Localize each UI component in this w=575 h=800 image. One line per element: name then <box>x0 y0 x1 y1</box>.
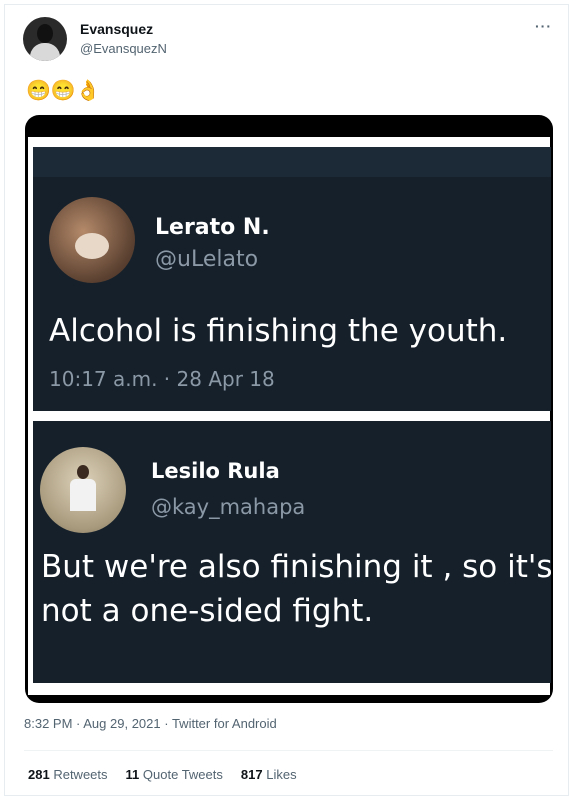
retweets-label: Retweets <box>53 767 108 782</box>
embedded-handle-1: @uLelato <box>155 247 259 272</box>
more-options-icon[interactable]: ··· <box>535 18 552 34</box>
tweet-date[interactable]: Aug 29, 2021 <box>83 716 160 731</box>
avatar-head <box>37 24 53 43</box>
author-name[interactable]: Evansquez <box>80 21 153 37</box>
embedded-name-1: Lerato N. <box>155 215 270 240</box>
likes-count: 817 <box>240 767 263 782</box>
embedded-avatar-2 <box>40 447 126 533</box>
tweet-client[interactable]: Twitter for Android <box>172 716 277 731</box>
embedded-name-2: Lesilo Rula <box>151 459 280 483</box>
retweets-count: 281 <box>28 767 50 782</box>
avatar-body <box>30 43 60 61</box>
embedded-tweet-2: Lesilo Rula @kay_mahapa But we're also f… <box>33 421 553 683</box>
quote-tweets-label: Quote Tweets <box>142 767 223 782</box>
likes-stat[interactable]: 817 Likes <box>241 767 297 782</box>
embedded-topbar <box>33 147 551 177</box>
embedded-text-2-line1: But we're also finishing it , so it's <box>41 549 553 585</box>
embedded-text-2: But we're also finishing it , so it's no… <box>41 545 553 633</box>
tweet-media[interactable]: Lerato N. @uLelato Alcohol is finishing … <box>25 115 553 703</box>
meta-separator: · <box>72 716 84 731</box>
divider <box>24 750 553 751</box>
embedded-tweet-1: Lerato N. @uLelato Alcohol is finishing … <box>33 147 551 411</box>
meta-separator: · <box>160 716 172 731</box>
tweet-time[interactable]: 8:32 PM <box>24 716 72 731</box>
avatar[interactable] <box>23 17 67 61</box>
author-handle[interactable]: @EvansquezN <box>80 41 167 56</box>
tweet-stats: 281 Retweets 11 Quote Tweets 817 Likes <box>28 767 297 782</box>
embedded-timestamp-1: 10:17 a.m. · 28 Apr 18 <box>49 367 275 391</box>
tweet-text: 😁😁👌 <box>26 80 101 102</box>
embedded-text-2-line2: not a one-sided fight. <box>41 593 374 629</box>
embedded-text-1: Alcohol is finishing the youth. <box>49 313 508 349</box>
retweets-stat[interactable]: 281 Retweets <box>28 767 108 782</box>
embedded-avatar-1 <box>49 197 135 283</box>
quote-tweets-count: 11 <box>125 767 140 782</box>
tweet-metadata: 8:32 PM · Aug 29, 2021 · Twitter for And… <box>24 716 277 731</box>
quote-tweets-stat[interactable]: 11 Quote Tweets <box>126 767 223 782</box>
embedded-handle-2: @kay_mahapa <box>151 495 306 519</box>
likes-label: Likes <box>266 767 297 782</box>
